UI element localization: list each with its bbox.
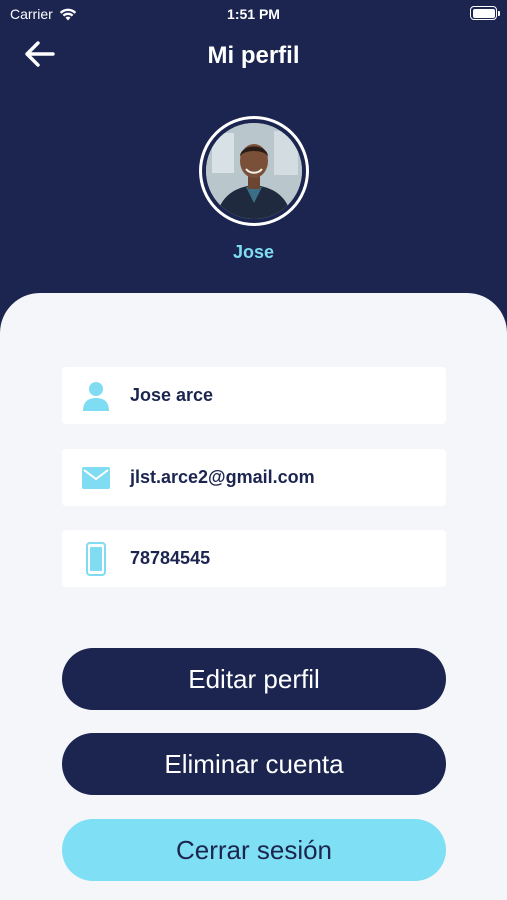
name-value: Jose arce bbox=[130, 385, 214, 405]
email-field: jlst.arce2@gmail.com bbox=[62, 449, 446, 506]
name-field: Jose arce bbox=[62, 367, 446, 424]
phone-field: 78784545 bbox=[62, 530, 446, 587]
profile-name: Jose bbox=[232, 242, 275, 262]
phone-icon bbox=[86, 541, 106, 576]
battery-icon bbox=[470, 6, 500, 20]
email-value: jlst.arce2@gmail.com bbox=[130, 467, 315, 487]
profile-photo bbox=[206, 123, 302, 219]
delete-account-button[interactable]: Eliminar cuenta bbox=[62, 733, 446, 795]
status-time: 1:51 PM bbox=[227, 6, 280, 22]
phone-value: 78784545 bbox=[130, 548, 211, 568]
logout-button[interactable]: Cerrar sesión bbox=[62, 819, 446, 881]
mail-icon bbox=[82, 466, 110, 489]
edit-profile-button[interactable]: Editar perfil bbox=[62, 648, 446, 710]
status-bar: Carrier 1:51 PM bbox=[0, 0, 507, 28]
person-icon bbox=[83, 381, 109, 411]
avatar bbox=[199, 116, 309, 226]
page-title: Mi perfil bbox=[207, 42, 300, 69]
